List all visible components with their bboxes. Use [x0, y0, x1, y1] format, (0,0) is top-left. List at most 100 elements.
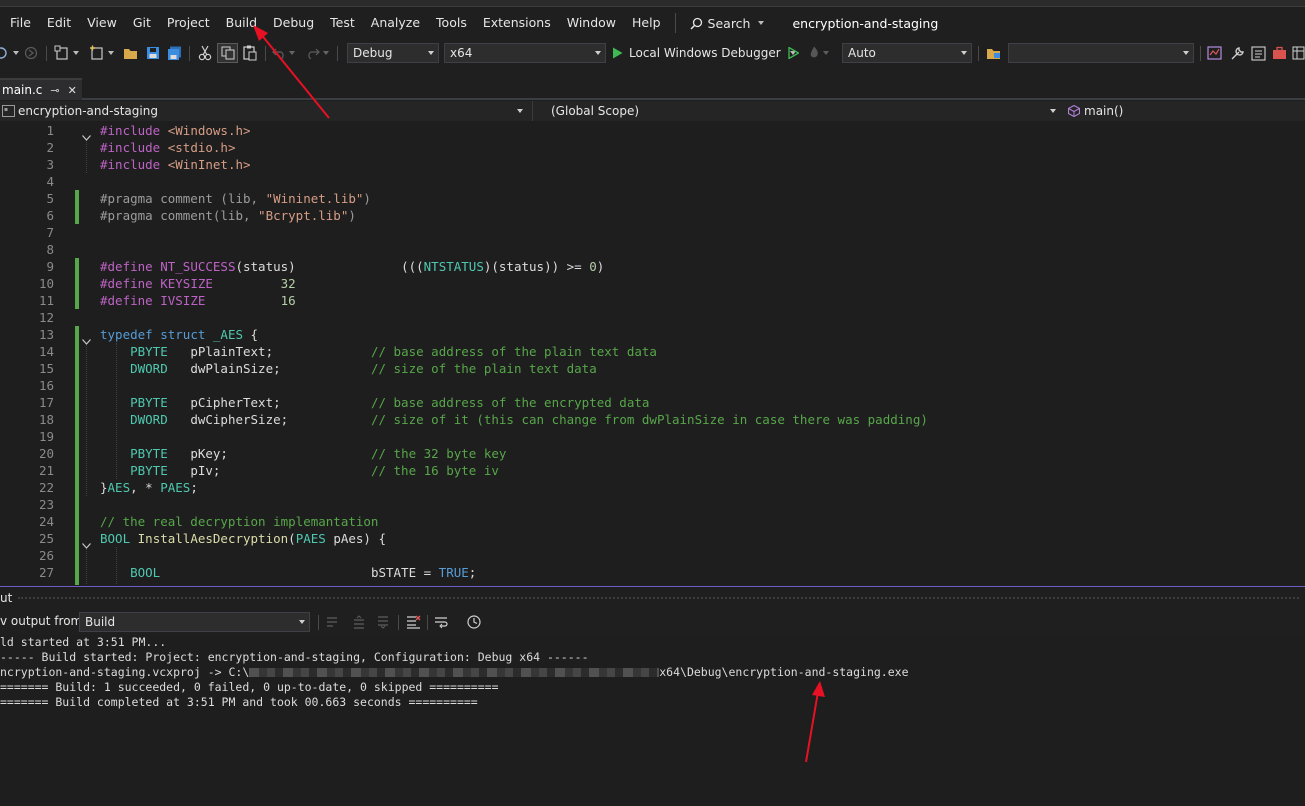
- search-button[interactable]: Search: [684, 16, 771, 31]
- output-line-prefix: ncryption-and-staging.vcxproj -> C:\: [0, 665, 250, 679]
- code-line[interactable]: 26: [0, 547, 1305, 564]
- member-dropdown[interactable]: main(): [1064, 101, 1305, 121]
- line-number: 24: [38, 514, 54, 529]
- line-number: 18: [38, 412, 54, 427]
- menu-file[interactable]: File: [0, 11, 39, 35]
- toolbar-separator: [265, 46, 266, 61]
- output-text-area[interactable]: ld started at 3:51 PM... ----- Build sta…: [0, 635, 1305, 806]
- menu-view[interactable]: View: [79, 11, 125, 35]
- toolbox-icon[interactable]: [1270, 43, 1288, 63]
- navigate-forward-icon[interactable]: [22, 43, 40, 63]
- code-line[interactable]: 10 #define KEYSIZE 32: [0, 275, 1305, 292]
- menu-extensions[interactable]: Extensions: [475, 11, 559, 35]
- menu-edit[interactable]: Edit: [39, 11, 79, 35]
- code-line[interactable]: 18 DWORD dwCipherSize; // size of it (th…: [0, 411, 1305, 428]
- scope-name: (Global Scope): [551, 104, 640, 118]
- menu-analyze[interactable]: Analyze: [363, 11, 428, 35]
- code-line[interactable]: 17 PBYTE pCipherText; // base address of…: [0, 394, 1305, 411]
- menu-tools[interactable]: Tools: [428, 11, 475, 35]
- code-line[interactable]: 24 // the real decryption implemantation: [0, 513, 1305, 530]
- tab-main-c[interactable]: main.c ⊸ ✕: [0, 78, 82, 100]
- navigate-back-dropdown[interactable]: [10, 43, 19, 63]
- code-line[interactable]: 12: [0, 309, 1305, 326]
- start-debugging-button[interactable]: Local Windows Debugger: [612, 43, 796, 63]
- code-line[interactable]: 14 PBYTE pPlainText; // base address of …: [0, 343, 1305, 360]
- code-line[interactable]: 25 BOOL InstallAesDecryption(PAES pAes) {: [0, 530, 1305, 549]
- next-message-icon[interactable]: [375, 612, 391, 632]
- scope-dropdown[interactable]: (Global Scope): [532, 101, 1062, 121]
- word-wrap-icon[interactable]: [432, 612, 452, 632]
- menu-window[interactable]: Window: [559, 11, 624, 35]
- code-editor[interactable]: 1 #include <Windows.h> 2 #include <stdio.h>…: [0, 121, 1305, 585]
- menu-test[interactable]: Test: [322, 11, 363, 35]
- paste-icon[interactable]: [240, 43, 260, 63]
- panel-grip[interactable]: [18, 597, 1299, 599]
- properties-icon[interactable]: [1249, 43, 1267, 63]
- code-line[interactable]: 16: [0, 377, 1305, 394]
- code-line[interactable]: 7: [0, 224, 1305, 241]
- code-line[interactable]: 22}AES, * PAES;: [0, 479, 1305, 496]
- find-message-icon[interactable]: [324, 612, 340, 632]
- redo-icon[interactable]: [304, 43, 330, 63]
- stack-frame-select[interactable]: Auto: [842, 43, 972, 63]
- start-without-debugging-icon[interactable]: [785, 43, 801, 63]
- menu-help[interactable]: Help: [624, 11, 669, 35]
- pin-icon[interactable]: ⊸: [50, 84, 59, 97]
- code-line[interactable]: 11 #define IVSIZE 16: [0, 292, 1305, 309]
- code-line[interactable]: 20 PBYTE pKey; // the 32 byte key: [0, 445, 1305, 462]
- team-explorer-icon[interactable]: [1292, 43, 1305, 63]
- diagnostic-tools-icon[interactable]: [1206, 43, 1224, 63]
- start-debugging-label: Local Windows Debugger: [629, 46, 781, 60]
- startup-item-select[interactable]: [1008, 43, 1194, 63]
- hot-reload-icon[interactable]: [804, 43, 832, 63]
- code-line[interactable]: 2 #include <stdio.h>: [0, 139, 1305, 156]
- code-line[interactable]: 1 #include <Windows.h>: [0, 122, 1305, 141]
- save-all-icon[interactable]: [165, 43, 183, 63]
- undo-icon[interactable]: [270, 43, 296, 63]
- code-line[interactable]: 13 typedef struct _AES {: [0, 326, 1305, 345]
- code-line[interactable]: 8: [0, 241, 1305, 258]
- solution-configuration-select[interactable]: Debug: [347, 43, 439, 63]
- menu-project[interactable]: Project: [159, 11, 218, 35]
- code-line[interactable]: 27 BOOL bSTATE = TRUE;: [0, 564, 1305, 581]
- code-line[interactable]: 19: [0, 428, 1305, 445]
- code-line[interactable]: 28: [0, 581, 1305, 585]
- open-folder-icon[interactable]: [984, 43, 1004, 63]
- code-line[interactable]: 21 PBYTE pIv; // the 16 byte iv: [0, 462, 1305, 479]
- code-line[interactable]: 23: [0, 496, 1305, 513]
- line-number: 9: [46, 259, 54, 274]
- solution-name: encryption-and-staging: [792, 15, 939, 31]
- copy-icon[interactable]: [217, 43, 238, 63]
- toolbar-separator: [427, 615, 428, 630]
- previous-message-icon[interactable]: [351, 612, 367, 632]
- navigation-bar: encryption-and-staging (Global Scope) ma…: [0, 101, 1305, 121]
- menu-debug[interactable]: Debug: [265, 11, 322, 35]
- close-icon[interactable]: ✕: [68, 84, 77, 97]
- code-line[interactable]: 6 #pragma comment(lib, "Bcrypt.lib"): [0, 207, 1305, 224]
- code-line[interactable]: 15 DWORD dwPlainSize; // size of the pla…: [0, 360, 1305, 377]
- code-line[interactable]: 3 #include <WinInet.h>: [0, 156, 1305, 173]
- add-item-icon[interactable]: [88, 43, 114, 63]
- clear-all-icon[interactable]: [404, 612, 422, 632]
- code-line[interactable]: 9 #define NT_SUCCESS(status) (((NTSTATUS)…: [0, 258, 1305, 275]
- clock-icon[interactable]: [464, 612, 484, 632]
- output-source-select[interactable]: Build: [79, 612, 310, 632]
- navigate-back-icon[interactable]: [0, 43, 10, 63]
- code-line[interactable]: 5 #pragma comment (lib, "Wininet.lib"): [0, 190, 1305, 207]
- standard-toolbar: Debug x64 Local Windows Debugger Auto: [0, 38, 1305, 68]
- new-project-icon[interactable]: [53, 43, 79, 63]
- project-dropdown[interactable]: encryption-and-staging: [0, 101, 528, 121]
- save-icon[interactable]: [144, 43, 162, 63]
- menu-build[interactable]: Build: [218, 11, 265, 35]
- chevron-down-icon: [517, 109, 523, 113]
- code-text: #define IVSIZE 16: [100, 293, 296, 308]
- toolbar-separator: [1200, 46, 1201, 61]
- cut-icon[interactable]: [195, 43, 215, 63]
- wrench-icon[interactable]: [1228, 43, 1246, 63]
- solution-platform-select[interactable]: x64: [444, 43, 606, 63]
- code-line[interactable]: 4: [0, 173, 1305, 190]
- menu-git[interactable]: Git: [125, 11, 159, 35]
- menu-separator: [674, 13, 676, 33]
- open-file-icon[interactable]: [122, 43, 140, 63]
- line-number: 16: [38, 378, 54, 393]
